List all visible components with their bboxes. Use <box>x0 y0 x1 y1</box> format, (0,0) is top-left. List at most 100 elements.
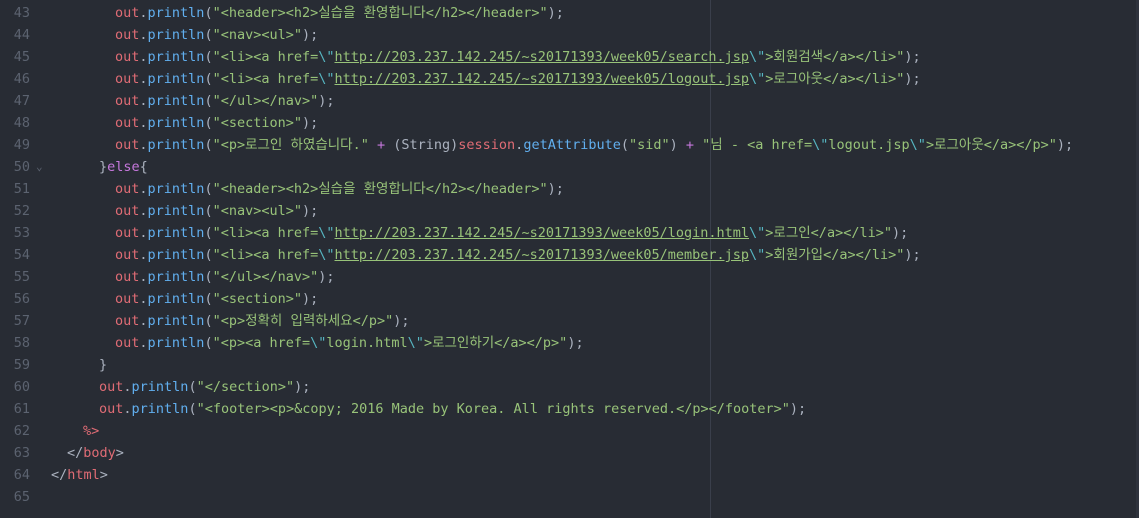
code-token: login.html <box>326 335 408 351</box>
code-token: getAttribute <box>523 137 621 153</box>
line-number: 45 <box>13 49 30 65</box>
code-token: ( <box>204 247 213 263</box>
code-token: </ <box>67 445 84 461</box>
line-number: 46 <box>13 71 30 87</box>
code-token: ); <box>301 115 319 131</box>
code-line[interactable]: 48 out.println("<section>"); <box>0 112 1139 134</box>
code-token: out <box>115 49 140 65</box>
code-token: ); <box>318 93 335 109</box>
code-line[interactable]: 49 out.println("<p>로그인 하였습니다." + (String)… <box>0 134 1139 156</box>
code-line[interactable]: 51 out.println("<header><h2>실습을 환영합니다</h2… <box>0 178 1139 200</box>
code-token: ( <box>204 335 213 351</box>
code-line[interactable]: 47 out.println("</ul></nav>"); <box>0 90 1139 112</box>
code-token: "<section>" <box>212 291 302 307</box>
code-text: %> <box>51 420 99 442</box>
fold-chevron-icon[interactable]: ⌄ <box>36 156 43 178</box>
code-line[interactable]: 44 out.println("<nav><ul>"); <box>0 24 1139 46</box>
code-token: ); <box>294 379 311 395</box>
code-token: println <box>147 71 205 87</box>
code-token: "님 - <a href= <box>702 137 813 153</box>
code-line[interactable]: 60 out.println("</section>"); <box>0 376 1139 398</box>
code-text: out.println("<li><a href=\"http://203.23… <box>51 68 921 90</box>
code-text: out.println("<p>로그인 하였습니다." + (String)se… <box>51 134 1073 156</box>
code-line[interactable]: 46 out.println("<li><a href=\"http://203.… <box>0 68 1139 90</box>
code-token: >로그아웃</a></p>" <box>925 137 1057 153</box>
code-lines[interactable]: 43 out.println("<header><h2>실습을 환영합니다</h2… <box>0 2 1139 508</box>
code-token: "<p>정확히 입력하세요</p>" <box>212 313 394 329</box>
code-editor[interactable]: 43 out.println("<header><h2>실습을 환영합니다</h2… <box>0 0 1139 518</box>
code-line[interactable]: 52 out.println("<nav><ul>"); <box>0 200 1139 222</box>
code-token: { <box>139 159 148 175</box>
code-token: \" <box>749 247 766 263</box>
code-token: http://203.237.142.245/~s20171393/week05… <box>334 71 750 87</box>
line-number: 61 <box>13 401 30 417</box>
code-token: "</section>" <box>196 379 295 395</box>
code-line[interactable]: 62 %> <box>0 420 1139 442</box>
code-token: (String) <box>393 137 459 153</box>
code-token: ); <box>789 401 807 417</box>
code-line[interactable]: 58 out.println("<p><a href=\"login.html\"… <box>0 332 1139 354</box>
code-text: </body> <box>51 442 124 464</box>
code-token: out <box>115 5 140 21</box>
code-token: \" <box>318 49 335 65</box>
code-token: >로그인</a></li>" <box>765 225 892 241</box>
code-line[interactable]: 65 <box>0 486 1139 508</box>
code-token: ( <box>188 379 197 395</box>
code-token: out <box>99 401 124 417</box>
code-line[interactable]: 55 out.println("</ul></nav>"); <box>0 266 1139 288</box>
code-token: println <box>147 181 205 197</box>
code-token: println <box>147 225 205 241</box>
code-token: ( <box>204 137 213 153</box>
code-token: ( <box>204 181 213 197</box>
code-token: ( <box>204 291 213 307</box>
code-line[interactable]: 59} <box>0 354 1139 376</box>
code-token: ); <box>547 181 564 197</box>
code-line[interactable]: 63 </body> <box>0 442 1139 464</box>
code-token: \" <box>749 49 766 65</box>
code-token: . <box>139 313 148 329</box>
code-token: . <box>139 203 148 219</box>
code-token: . <box>139 291 148 307</box>
line-number: 60 <box>13 379 30 395</box>
code-line[interactable]: 56 out.println("<section>"); <box>0 288 1139 310</box>
code-token: \" <box>407 335 424 351</box>
code-line[interactable]: 64 </html> <box>0 464 1139 486</box>
code-token: out <box>115 313 140 329</box>
code-text: out.println("<li><a href=\"http://203.23… <box>51 222 908 244</box>
code-line[interactable]: 54 out.println("<li><a href=\"http://203.… <box>0 244 1139 266</box>
code-token: println <box>147 247 205 263</box>
line-number: 43 <box>13 5 30 21</box>
code-line[interactable]: 53 out.println("<li><a href=\"http://203.… <box>0 222 1139 244</box>
code-line[interactable]: 61 out.println("<footer><p>&copy; 2016 Ma… <box>0 398 1139 420</box>
code-token: "<li><a href= <box>212 247 319 263</box>
code-token: ( <box>204 27 213 43</box>
code-text: } <box>51 354 107 376</box>
code-line[interactable]: 43 out.println("<header><h2>실습을 환영합니다</h2… <box>0 2 1139 24</box>
code-token: out <box>115 93 140 109</box>
code-text: out.println("<nav><ul>"); <box>51 24 318 46</box>
code-token: ); <box>891 225 909 241</box>
code-text: </html> <box>51 464 108 486</box>
code-token: ( <box>204 71 213 87</box>
code-text: out.println("<header><h2>실습을 환영합니다</h2><… <box>51 2 564 24</box>
code-line[interactable]: 45 out.println("<li><a href=\"http://203.… <box>0 46 1139 68</box>
code-line[interactable]: 50 ⌄}else{ <box>0 156 1139 178</box>
line-number: 65 <box>13 489 30 505</box>
code-token: ); <box>1056 137 1074 153</box>
code-token: >로그아웃</a></li>" <box>765 71 905 87</box>
line-number: 48 <box>13 115 30 131</box>
code-text: out.println("</ul></nav>"); <box>51 266 335 288</box>
code-token: out <box>99 379 124 395</box>
code-token: } <box>99 357 108 373</box>
code-token: . <box>139 71 148 87</box>
code-token: ) <box>669 137 678 153</box>
code-token: println <box>147 313 205 329</box>
code-token: ( <box>204 115 213 131</box>
code-token: %> <box>83 423 100 439</box>
code-token: \" <box>310 335 327 351</box>
code-token: http://203.237.142.245/~s20171393/week05… <box>334 225 750 241</box>
line-number: 55 <box>13 269 30 285</box>
code-text: out.println("<p><a href=\"login.html\">로… <box>51 332 584 354</box>
code-line[interactable]: 57 out.println("<p>정확히 입력하세요</p>"); <box>0 310 1139 332</box>
code-token: session <box>458 137 516 153</box>
